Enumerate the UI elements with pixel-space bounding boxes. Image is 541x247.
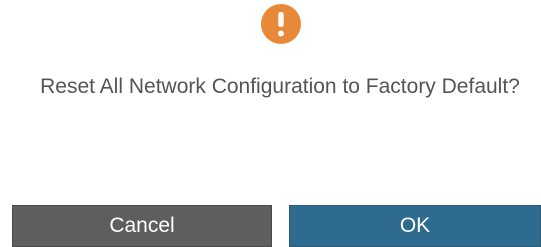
confirm-dialog: Reset All Network Configuration to Facto…: [0, 0, 541, 247]
warning-icon: [261, 4, 301, 44]
cancel-button[interactable]: Cancel: [12, 205, 272, 247]
cancel-button-label: Cancel: [109, 214, 175, 237]
dialog-message: Reset All Network Configuration to Facto…: [40, 75, 520, 98]
ok-button[interactable]: OK: [289, 205, 541, 247]
ok-button-label: OK: [399, 214, 431, 237]
